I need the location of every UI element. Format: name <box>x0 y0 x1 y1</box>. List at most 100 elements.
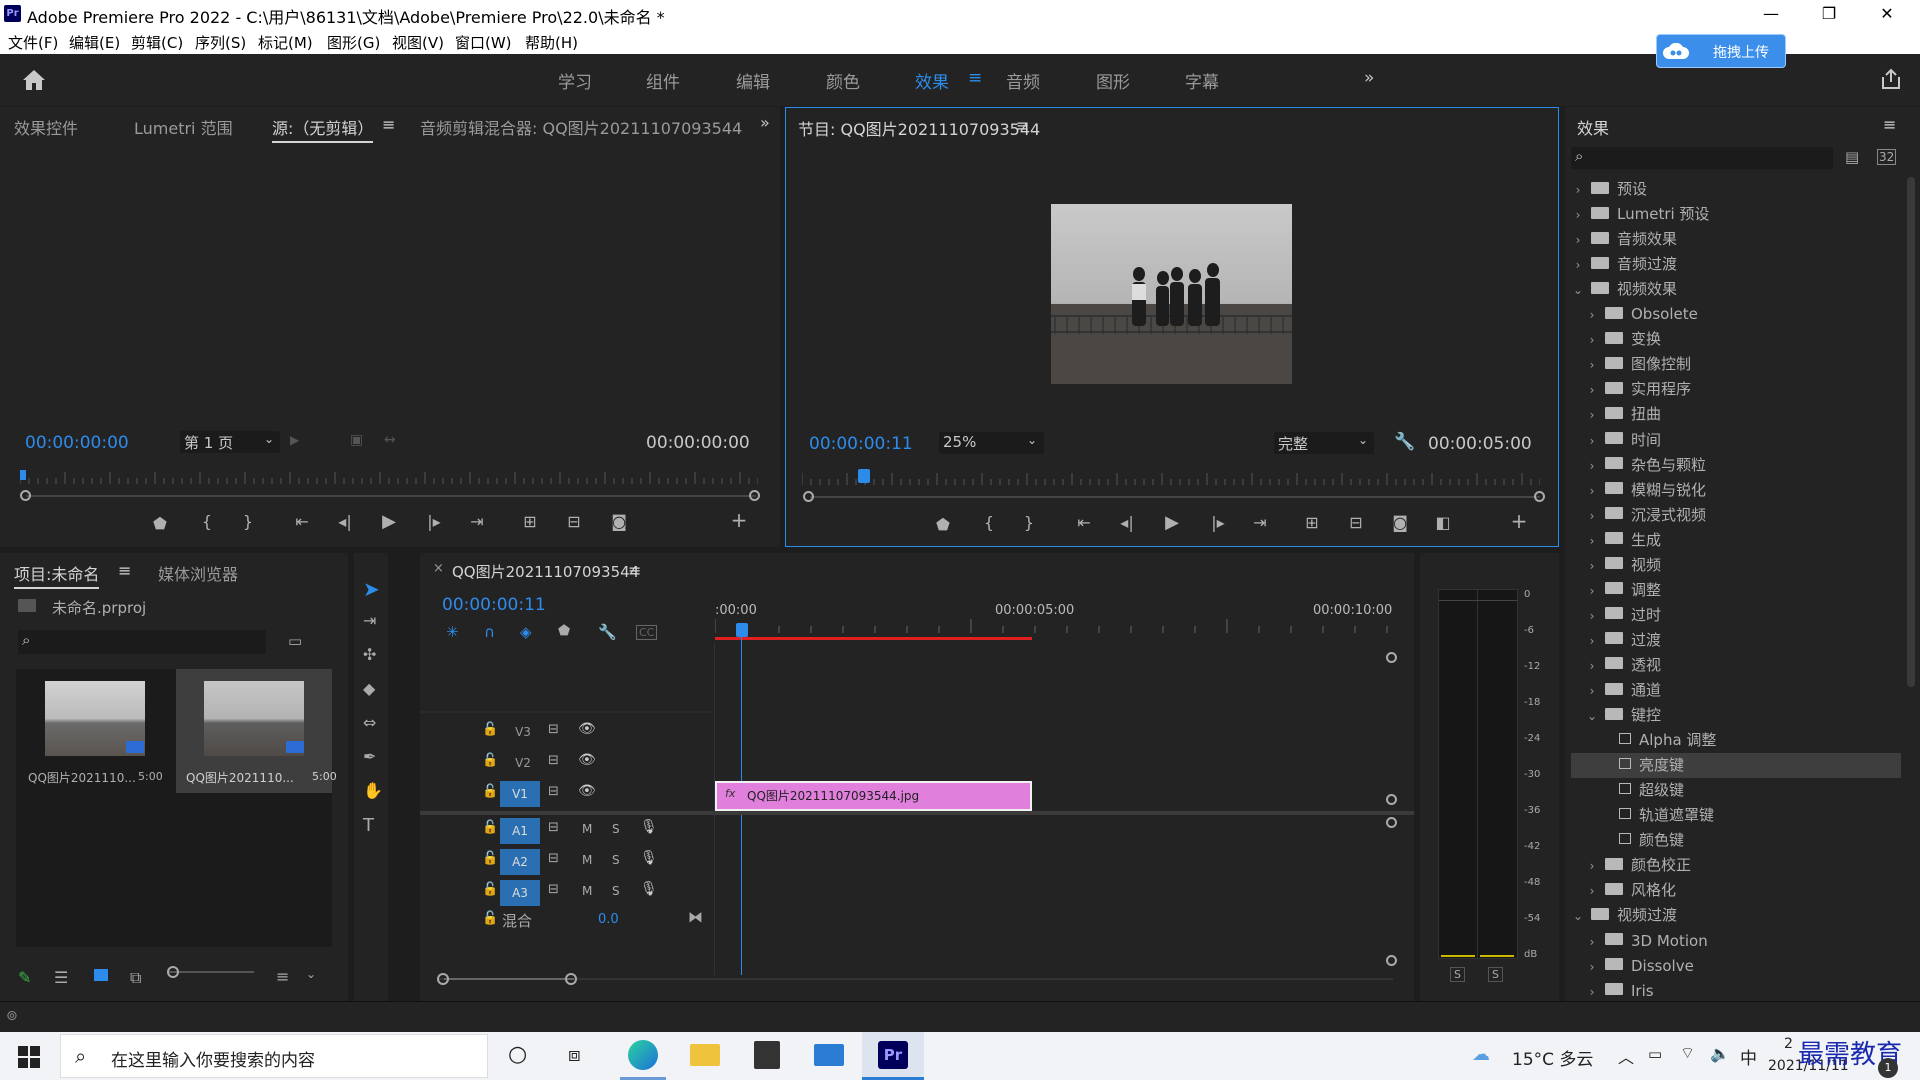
mute-button[interactable]: M <box>582 853 592 867</box>
project-search-input[interactable]: ⌕ <box>18 630 266 654</box>
effect-item[interactable]: 轨道遮罩键 <box>1571 803 1901 828</box>
project-item[interactable]: QQ图片2021110... 5:00 <box>16 669 172 793</box>
ime-indicator[interactable]: 中 <box>1740 1044 1757 1069</box>
edge-icon[interactable] <box>628 1040 658 1070</box>
home-icon[interactable] <box>22 69 46 91</box>
selection-tool-icon[interactable]: ➤ <box>363 577 380 601</box>
chevron-right-icon[interactable]: › <box>1585 980 1599 997</box>
zoom-handle-right[interactable] <box>1534 491 1545 502</box>
effect-folder[interactable]: › 变换 <box>1571 327 1901 352</box>
timeline-zoom-track[interactable] <box>438 978 1393 980</box>
sync-lock-icon[interactable]: ⊟ <box>548 784 559 799</box>
effect-folder[interactable]: › 沉浸式视频 <box>1571 503 1901 528</box>
hand-tool-icon[interactable]: ✋ <box>363 781 383 800</box>
chevron-right-icon[interactable]: › <box>1585 504 1599 529</box>
premiere-taskbar-button[interactable]: Pr <box>862 1032 924 1080</box>
timeline-menu-icon[interactable]: ≡ <box>628 561 641 580</box>
chevron-right-icon[interactable]: › <box>1585 654 1599 679</box>
store-icon[interactable] <box>754 1041 780 1069</box>
effect-folder[interactable]: ⌄ 键控 <box>1571 703 1901 728</box>
program-timecode[interactable]: 00:00:00:11 <box>809 434 913 454</box>
chevron-down-icon[interactable]: ⌄ <box>1571 904 1585 929</box>
export-frame-icon[interactable]: ◙ <box>1388 513 1412 533</box>
video-scroll-handle-bottom[interactable] <box>1386 794 1397 805</box>
mix-pan-icon[interactable]: ⧓ <box>688 908 703 926</box>
effect-folder[interactable]: › Dissolve <box>1571 954 1901 979</box>
wrench-icon[interactable]: 🔧 <box>1394 432 1415 452</box>
effect-folder[interactable]: › 生成 <box>1571 528 1901 553</box>
chevron-right-icon[interactable]: › <box>1585 479 1599 504</box>
source-timecode-in[interactable]: 00:00:00:00 <box>25 433 129 453</box>
chevron-right-icon[interactable]: › <box>1585 353 1599 378</box>
add-marker-icon[interactable]: ⬟ <box>148 514 172 534</box>
chevron-right-icon[interactable]: › <box>1585 378 1599 403</box>
add-button-icon[interactable]: + <box>1507 511 1531 531</box>
chevron-right-icon[interactable]: › <box>1585 879 1599 904</box>
go-to-out-icon[interactable]: ⇥ <box>1248 513 1272 533</box>
32bit-effects-icon[interactable]: 32 <box>1877 149 1897 165</box>
effects-panel-menu-icon[interactable]: ≡ <box>1883 115 1896 134</box>
zoom-handle-left[interactable] <box>20 490 31 501</box>
chevron-right-icon[interactable]: › <box>1585 303 1599 328</box>
lock-icon[interactable]: 🔓 <box>482 722 498 737</box>
chevron-right-icon[interactable]: › <box>1585 429 1599 454</box>
mark-in-icon[interactable]: { <box>977 513 1001 533</box>
add-marker-icon[interactable]: ⬟ <box>558 623 570 639</box>
timeline-close-icon[interactable]: × <box>433 561 444 576</box>
workspace-graphics[interactable]: 图形 <box>1096 68 1130 93</box>
accelerated-effects-icon[interactable]: ▤ <box>1845 148 1859 166</box>
effect-folder[interactable]: › 过时 <box>1571 603 1901 628</box>
menu-marker[interactable]: 标记(M) <box>258 32 313 53</box>
timeline-sequence-tab[interactable]: QQ图片20211107093544 <box>452 561 639 582</box>
add-button-icon[interactable]: + <box>727 510 751 530</box>
type-tool-icon[interactable]: T <box>363 815 374 836</box>
effects-scrollbar[interactable] <box>1907 177 1915 687</box>
tab-media-browser[interactable]: 媒体浏览器 <box>158 561 238 585</box>
chevron-right-icon[interactable]: › <box>1585 930 1599 955</box>
pencil-icon[interactable]: ✎ <box>18 968 31 987</box>
chevron-down-icon[interactable]: ⌄ <box>1585 704 1599 729</box>
lock-icon[interactable]: 🔓 <box>482 820 498 835</box>
effect-item[interactable]: 超级键 <box>1571 778 1901 803</box>
icon-view-icon[interactable] <box>94 969 108 981</box>
tab-audio-clip-mixer[interactable]: 音频剪辑混合器: QQ图片20211107093544 <box>420 115 742 139</box>
timeline-clip[interactable]: fx QQ图片20211107093544.jpg <box>715 781 1032 811</box>
lock-icon[interactable]: 🔓 <box>482 882 498 897</box>
settings-wrench-icon[interactable]: 🔧 <box>598 623 617 641</box>
play-icon[interactable]: ▶ <box>1160 513 1184 533</box>
ripple-edit-tool-icon[interactable]: ✣ <box>363 645 376 664</box>
eye-icon[interactable]: 👁 <box>578 752 596 768</box>
track-label-a1[interactable]: A1 <box>500 818 540 844</box>
effect-folder[interactable]: › Obsolete <box>1571 302 1901 327</box>
effect-folder[interactable]: › Lumetri 预设 <box>1571 202 1901 227</box>
overwrite-icon[interactable]: ⊟ <box>562 512 586 532</box>
zoom-handle-right[interactable] <box>565 973 577 985</box>
taskbar-time[interactable]: 2 <box>1784 1036 1793 1052</box>
chevron-right-icon[interactable]: › <box>1585 854 1599 879</box>
sync-lock-icon[interactable]: ⊟ <box>548 882 559 897</box>
tab-source[interactable]: 源:（无剪辑） <box>272 115 374 143</box>
menu-sequence[interactable]: 序列(S) <box>195 32 246 53</box>
track-label-v1[interactable]: V1 <box>500 781 540 807</box>
chevron-right-icon[interactable]: › <box>1585 454 1599 479</box>
step-back-icon[interactable]: ◂| <box>333 512 357 532</box>
project-panel-menu-icon[interactable]: ≡ <box>118 561 131 580</box>
play-icon[interactable]: ▶ <box>377 512 401 532</box>
solo-right-button[interactable]: S <box>1488 967 1503 982</box>
effect-folder[interactable]: › 模糊与锐化 <box>1571 478 1901 503</box>
workspace-color[interactable]: 颜色 <box>826 68 860 93</box>
effects-search-input[interactable]: ⌕ <box>1571 147 1833 169</box>
snap-icon[interactable]: ∩ <box>484 623 495 641</box>
minimize-button[interactable]: — <box>1742 0 1800 28</box>
microphone-icon[interactable]: 🎙 <box>640 881 658 897</box>
lock-icon[interactable]: 🔓 <box>482 851 498 866</box>
chevron-right-icon[interactable]: › <box>1585 529 1599 554</box>
extract-icon[interactable]: ⊟ <box>1344 513 1368 533</box>
freeform-view-icon[interactable]: ⧉ <box>130 968 141 988</box>
slider-handle[interactable] <box>167 966 179 978</box>
menu-edit[interactable]: 编辑(E) <box>69 32 120 53</box>
audio-scroll-handle-bottom[interactable] <box>1386 955 1397 966</box>
source-playhead[interactable] <box>20 470 26 480</box>
effect-folder[interactable]: ⌄ 视频过渡 <box>1571 903 1901 928</box>
file-explorer-icon[interactable] <box>690 1044 720 1066</box>
